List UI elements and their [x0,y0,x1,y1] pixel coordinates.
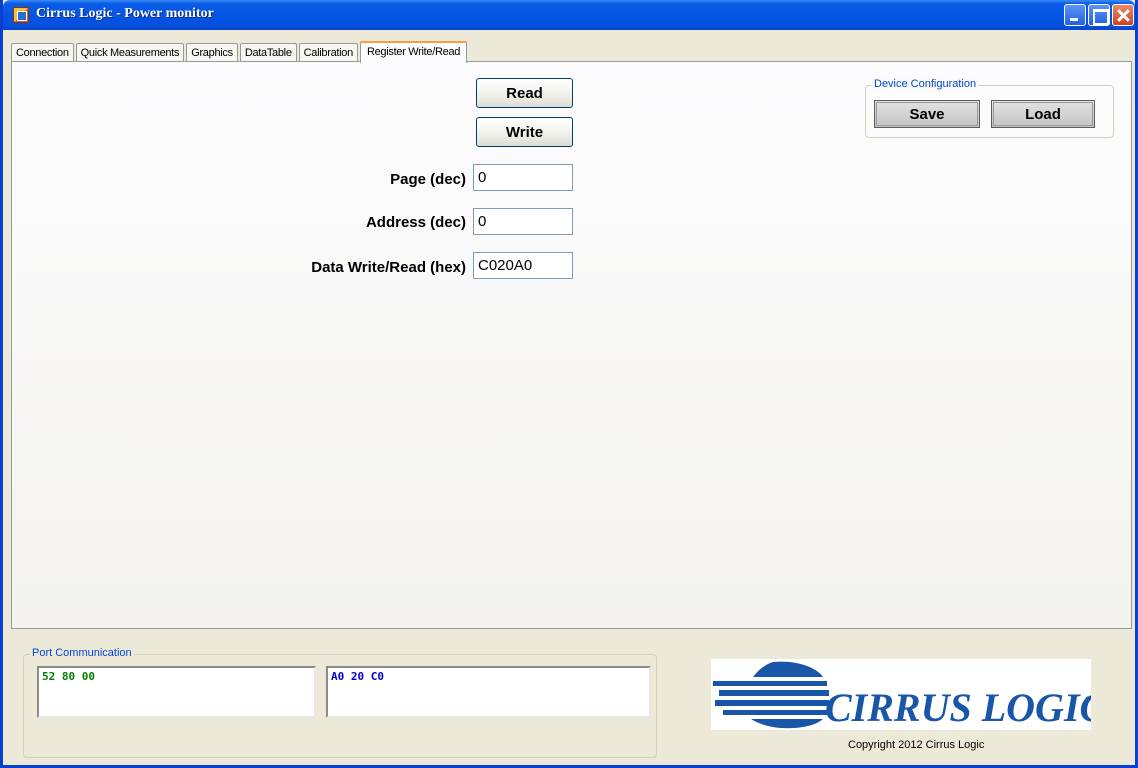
data-label: Data Write/Read (hex) [311,259,466,276]
port-communication-title: Port Communication [30,647,134,659]
port-communication-group: Port Communication 52 80 00 A0 20 C0 [23,647,657,758]
page-input[interactable]: 0 [473,164,573,191]
close-button[interactable] [1112,4,1134,26]
page-label: Page (dec) [390,171,466,188]
rx-output[interactable]: A0 20 C0 [326,666,651,718]
tab-strip: Connection Quick Measurements Graphics D… [11,40,469,63]
tab-calibration[interactable]: Calibration [298,43,358,62]
cirrus-logic-logo-icon: CIRRUS LOGIC [711,661,1108,730]
device-configuration-title: Device Configuration [872,78,979,90]
app-icon [13,7,29,23]
window-title: Cirrus Logic - Power monitor [36,6,214,21]
main-window: Cirrus Logic - Power monitor Connection … [0,0,1138,768]
address-input[interactable]: 0 [473,208,573,235]
maximize-button[interactable] [1088,4,1110,26]
load-button[interactable]: Load [991,100,1095,128]
tab-register-write-read[interactable]: Register Write/Read [359,41,468,63]
device-configuration-group: Device Configuration Save Load [865,78,1114,138]
tab-graphics[interactable]: Graphics [186,43,238,62]
register-panel: Read Write Page (dec) 0 Address (dec) 0 … [11,61,1132,629]
minimize-button[interactable] [1064,4,1086,26]
write-button[interactable]: Write [476,117,573,147]
address-label: Address (dec) [365,214,466,231]
data-input[interactable]: C020A0 [473,252,573,279]
title-bar[interactable]: Cirrus Logic - Power monitor [3,0,1135,30]
cirrus-logic-logo: CIRRUS LOGIC [711,659,1108,730]
copyright-text: Copyright 2012 Cirrus Logic [848,739,985,751]
tx-output[interactable]: 52 80 00 [37,666,316,718]
read-button[interactable]: Read [476,78,573,108]
save-button[interactable]: Save [874,100,980,128]
tab-datatable[interactable]: DataTable [239,43,297,62]
logo-text: CIRRUS LOGIC [825,685,1091,730]
tab-quick-measurements[interactable]: Quick Measurements [75,43,185,62]
tab-connection[interactable]: Connection [11,43,74,62]
